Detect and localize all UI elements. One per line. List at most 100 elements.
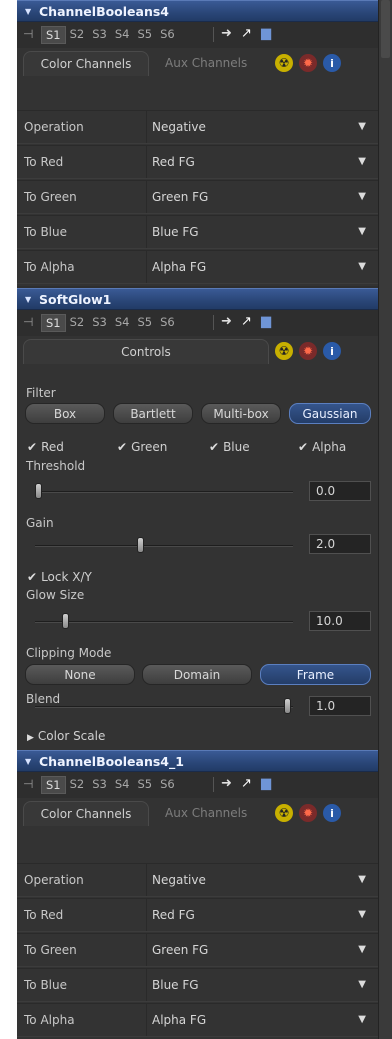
slot-button[interactable]: S2 (66, 26, 89, 44)
radioactive-icon[interactable]: ☢ (275, 804, 293, 822)
threshold-value-field[interactable]: 0.0 (309, 481, 371, 501)
info-icon[interactable]: i (323, 54, 341, 72)
gain-slider-track[interactable] (35, 545, 293, 547)
dropdown-arrow-icon[interactable]: ▼ (358, 1014, 366, 1025)
red-checkbox[interactable]: ✔ Red (27, 440, 64, 454)
collapse-triangle-icon[interactable]: ▼ (25, 295, 31, 304)
tab-aux-channels[interactable]: Aux Channels (165, 51, 247, 75)
gain-value-field[interactable]: 2.0 (309, 534, 371, 554)
gain-label: Gain (26, 516, 54, 530)
slot-button[interactable]: S1 (41, 26, 66, 44)
slot-button[interactable]: S6 (156, 314, 179, 332)
panel-header[interactable]: ▼ ChannelBooleans4_1 (17, 750, 378, 772)
dropdown-value[interactable]: Blue FG (152, 978, 199, 992)
dropdown-arrow-icon[interactable]: ▼ (358, 226, 366, 237)
panel-header[interactable]: ▼ ChannelBooleans4 (17, 0, 378, 22)
arrow-right-icon[interactable]: ➜ (221, 26, 232, 41)
pin-icon[interactable]: ⊣ (23, 777, 33, 791)
radioactive-icon[interactable]: ☢ (275, 342, 293, 360)
slot-button[interactable]: S5 (134, 776, 157, 794)
glow-size-slider-track[interactable] (35, 621, 293, 623)
slot-button[interactable]: S4 (111, 314, 134, 332)
radioactive-icon[interactable]: ☢ (275, 54, 293, 72)
scrollbar[interactable] (378, 0, 392, 1039)
slot-button[interactable]: S2 (66, 314, 89, 332)
pin-icon[interactable]: ⊣ (23, 27, 33, 41)
slot-button[interactable]: S1 (41, 776, 66, 794)
dropdown-arrow-icon[interactable]: ▼ (358, 874, 366, 885)
filter-box-button[interactable]: Box (25, 403, 105, 424)
threshold-slider-knob[interactable] (35, 483, 42, 499)
glow-size-slider-knob[interactable] (62, 613, 69, 629)
dropdown-arrow-icon[interactable]: ▼ (358, 944, 366, 955)
info-icon[interactable]: i (323, 804, 341, 822)
lock-xy-checkbox[interactable]: ✔ Lock X/Y (27, 570, 92, 584)
dropdown-value[interactable]: Negative (152, 873, 206, 887)
pick-icon[interactable]: ↗ (241, 776, 252, 791)
slot-button[interactable]: S2 (66, 776, 89, 794)
dropdown-value[interactable]: Green FG (152, 943, 208, 957)
slot-button[interactable]: S1 (41, 314, 66, 332)
collapse-triangle-icon[interactable]: ▼ (25, 757, 31, 766)
gain-slider-knob[interactable] (137, 537, 144, 553)
clipping-none-button[interactable]: None (25, 664, 135, 685)
dropdown-value[interactable]: Alpha FG (152, 1013, 206, 1027)
arrow-right-icon[interactable]: ➜ (221, 314, 232, 329)
slot-button[interactable]: S3 (88, 776, 111, 794)
alpha-checkbox[interactable]: ✔ Alpha (298, 440, 346, 454)
green-checkbox[interactable]: ✔ Green (117, 440, 167, 454)
panel-title: ChannelBooleans4 (39, 4, 170, 19)
save-icon[interactable]: ▆ (261, 314, 271, 329)
pin-icon[interactable]: ⊣ (23, 315, 33, 329)
filter-multibox-button[interactable]: Multi-box (201, 403, 281, 424)
blend-slider-knob[interactable] (284, 698, 291, 714)
dropdown-value[interactable]: Red FG (152, 155, 195, 169)
clipping-domain-button[interactable]: Domain (142, 664, 252, 685)
dropdown-arrow-icon[interactable]: ▼ (358, 909, 366, 920)
dropdown-arrow-icon[interactable]: ▼ (358, 121, 366, 132)
slot-button[interactable]: S5 (134, 26, 157, 44)
pick-icon[interactable]: ↗ (241, 26, 252, 41)
slot-button[interactable]: S6 (156, 776, 179, 794)
dropdown-arrow-icon[interactable]: ▼ (358, 979, 366, 990)
threshold-slider-track[interactable] (35, 491, 293, 493)
slot-button[interactable]: S3 (88, 26, 111, 44)
gear-icon[interactable]: ✹ (299, 342, 317, 360)
save-icon[interactable]: ▆ (261, 776, 271, 791)
dropdown-value[interactable]: Blue FG (152, 225, 199, 239)
blend-slider-track[interactable] (35, 706, 293, 708)
dropdown-arrow-icon[interactable]: ▼ (358, 261, 366, 272)
dropdown-value[interactable]: Green FG (152, 190, 208, 204)
dropdown-value[interactable]: Alpha FG (152, 260, 206, 274)
dropdown-arrow-icon[interactable]: ▼ (358, 191, 366, 202)
save-icon[interactable]: ▆ (261, 26, 271, 41)
gear-icon[interactable]: ✹ (299, 804, 317, 822)
blue-checkbox[interactable]: ✔ Blue (209, 440, 250, 454)
tab-color-channels[interactable]: Color Channels (23, 51, 149, 76)
tab-color-channels[interactable]: Color Channels (23, 801, 149, 826)
clipping-frame-button[interactable]: Frame (260, 664, 371, 685)
dropdown-value[interactable]: Negative (152, 120, 206, 134)
slot-button[interactable]: S4 (111, 776, 134, 794)
pick-icon[interactable]: ↗ (241, 314, 252, 329)
panel-header[interactable]: ▼ SoftGlow1 (17, 288, 378, 310)
gear-icon[interactable]: ✹ (299, 54, 317, 72)
color-scale-expander[interactable]: ▶ Color Scale (27, 729, 105, 743)
slot-button[interactable]: S6 (156, 26, 179, 44)
slot-button[interactable]: S3 (88, 314, 111, 332)
arrow-right-icon[interactable]: ➜ (221, 776, 232, 791)
scrollbar-thumb[interactable] (381, 0, 390, 58)
slot-button[interactable]: S4 (111, 26, 134, 44)
collapse-triangle-icon[interactable]: ▼ (25, 7, 31, 16)
tab-aux-channels[interactable]: Aux Channels (165, 801, 247, 825)
tab-controls[interactable]: Controls (23, 339, 269, 364)
filter-gaussian-button[interactable]: Gaussian (289, 403, 371, 424)
param-label: To Green (24, 190, 77, 204)
dropdown-value[interactable]: Red FG (152, 908, 195, 922)
dropdown-arrow-icon[interactable]: ▼ (358, 156, 366, 167)
info-icon[interactable]: i (323, 342, 341, 360)
blend-value-field[interactable]: 1.0 (309, 696, 371, 716)
slot-button[interactable]: S5 (134, 314, 157, 332)
glow-size-value-field[interactable]: 10.0 (309, 611, 371, 631)
filter-bartlett-button[interactable]: Bartlett (113, 403, 193, 424)
